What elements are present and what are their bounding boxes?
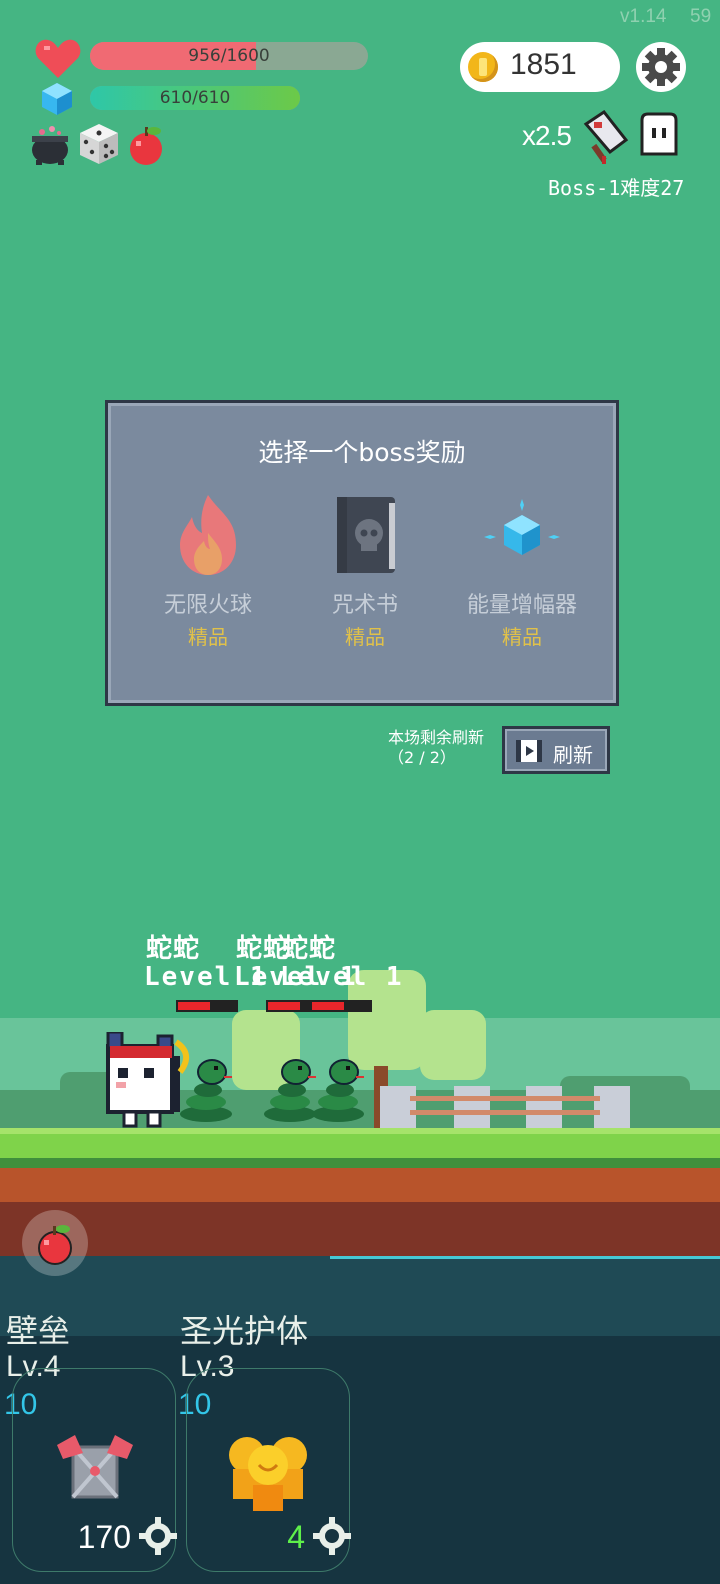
- reward-name: 无限火球: [163, 593, 252, 618]
- water-strip: [0, 1256, 720, 1336]
- ground-grass-edge: [0, 1158, 720, 1168]
- enemy-hp-bar: [176, 1000, 238, 1012]
- skill-count: 170: [77, 1519, 131, 1555]
- speed-multiplier[interactable]: x2.5: [522, 120, 572, 152]
- skill-name: 圣光护体: [180, 1312, 309, 1350]
- fireball-icon: [180, 495, 236, 575]
- energy-crystal-icon: [484, 499, 560, 555]
- hp-text: 956/1600: [188, 46, 270, 66]
- hp-bar: 956/1600: [90, 42, 368, 70]
- apple-icon[interactable]: [126, 124, 166, 166]
- apple-quick-use-button[interactable]: [22, 1210, 88, 1276]
- enemy-name: 蛇蛇: [146, 934, 201, 964]
- reward-name: 能量增幅器: [466, 593, 577, 618]
- armor-icon: [57, 1435, 133, 1499]
- snake-enemy: [180, 1059, 232, 1122]
- refresh-button[interactable]: 刷新: [502, 726, 610, 774]
- version-label: v1.14: [620, 6, 667, 27]
- fence: [380, 1086, 630, 1128]
- reward-option-fireball[interactable]: 无限火球 精品: [133, 493, 283, 663]
- boss-difficulty-label: Boss-1难度27: [548, 176, 685, 200]
- snake-enemy: [312, 1059, 364, 1122]
- mp-text: 610/610: [159, 88, 231, 108]
- skill-count: 4: [287, 1519, 305, 1555]
- tree-canopy: [420, 1010, 486, 1080]
- reward-rarity: 精品: [188, 625, 228, 649]
- fps-counter: 59: [690, 6, 712, 27]
- cleaver-icon: [583, 110, 629, 164]
- refresh-note-line1: 本场剩余刷新: [388, 728, 485, 747]
- cauldron-icon[interactable]: [28, 124, 72, 166]
- skill-card-holy-light[interactable]: 4: [186, 1368, 353, 1572]
- skill-card-bulwark[interactable]: 170: [12, 1368, 179, 1572]
- video-ad-icon: [516, 740, 542, 762]
- gear-upgrade-icon[interactable]: [137, 1515, 179, 1557]
- holy-light-icon: [229, 1437, 307, 1511]
- heart-icon: [35, 39, 81, 78]
- ground-dirt-deep: [0, 1202, 720, 1258]
- settings-button[interactable]: [636, 42, 686, 92]
- enemy-hp-fill: [312, 1002, 344, 1010]
- enemy-name: 蛇蛇: [282, 934, 337, 964]
- enemy-hp-fill: [268, 1002, 300, 1010]
- refresh-label: 刷新: [553, 743, 593, 767]
- skill-name: 壁垒: [6, 1312, 71, 1350]
- gear-icon: [642, 48, 680, 86]
- reward-option-spellbook[interactable]: 咒术书 精品: [290, 493, 440, 663]
- ghost-boss-icon: [640, 112, 678, 156]
- mp-bar: 610/610: [90, 86, 300, 110]
- ground-dirt: [0, 1168, 720, 1202]
- panel-title: 选择一个boss奖励: [258, 438, 466, 467]
- reward-name: 咒术书: [331, 593, 398, 618]
- apple-icon: [38, 1225, 72, 1265]
- spellbook-icon: [337, 497, 395, 573]
- coin-icon: [468, 52, 498, 82]
- reward-rarity: 精品: [502, 625, 542, 649]
- reward-option-energy-amplifier[interactable]: 能量增幅器 精品: [447, 493, 597, 663]
- gear-upgrade-icon[interactable]: [311, 1515, 353, 1557]
- reward-rarity: 精品: [345, 625, 385, 649]
- boss-reward-panel: 选择一个boss奖励 无限火球 精品 咒术书 精品 能量增幅器 精品: [105, 400, 619, 706]
- water-shimmer: [330, 1256, 720, 1259]
- enemy-level: Level 1: [280, 962, 404, 992]
- coin-counter: 1851: [460, 42, 620, 92]
- mana-crystal-icon: [42, 83, 72, 115]
- dice-icon[interactable]: [78, 122, 120, 166]
- refresh-note-line2: （2 / 2）: [388, 748, 456, 767]
- coin-value: 1851: [510, 48, 577, 81]
- enemy-hp-fill: [178, 1002, 210, 1010]
- enemy-hp-bar: [310, 1000, 372, 1012]
- refresh-remaining-note: 本场剩余刷新 （2 / 2）: [388, 728, 498, 768]
